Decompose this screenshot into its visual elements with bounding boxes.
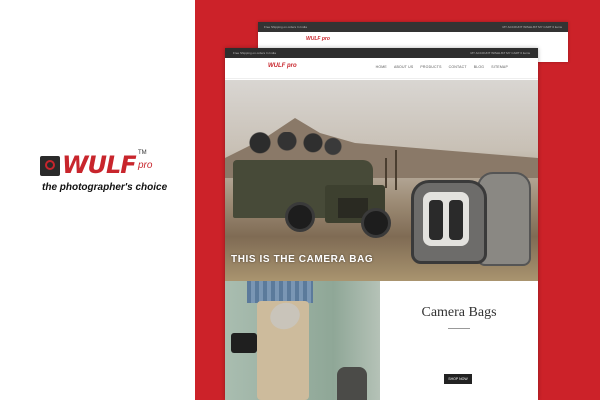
lens-graphic — [449, 200, 463, 240]
back-window-logo[interactable]: WULF pro — [306, 36, 330, 42]
nav-item-products[interactable]: PRODUCTS — [420, 65, 441, 69]
brand-wordmark: WULF — [62, 151, 137, 179]
nav-item-about-us[interactable]: ABOUT US — [394, 65, 413, 69]
photographer-icon — [40, 156, 60, 176]
site-navigation: WULF pro HOME ABOUT US PRODUCTS CONTACT … — [225, 58, 538, 79]
shirt-graphic — [247, 281, 313, 303]
promo-text-panel: Camera Bags SHOP NOW — [380, 281, 538, 400]
nav-item-contact[interactable]: CONTACT — [449, 65, 467, 69]
hero-banner[interactable]: THIS IS THE CAMERA BAG — [225, 80, 538, 281]
site-logo[interactable]: WULF pro — [268, 63, 297, 69]
back-topbar: Free Shipping on orders In India MY ACCO… — [258, 22, 568, 32]
promo-title: Camera Bags — [421, 305, 497, 320]
brand-suffix: pro — [138, 160, 153, 171]
back-topbar-account-links[interactable]: MY ACCOUNT WISHLIST MY CART 0 items — [502, 22, 562, 32]
jeep-wheel-graphic — [361, 208, 391, 238]
brand-tagline: the photographer's choice — [42, 182, 168, 193]
front-browser-window: Free Shipping on orders In India MY ACCO… — [225, 48, 538, 400]
back-topbar-shipping: Free Shipping on orders In India — [264, 25, 307, 29]
camera-bag-graphic — [337, 367, 367, 400]
camera-graphic — [231, 333, 257, 353]
shop-now-button[interactable]: SHOP NOW — [444, 374, 472, 384]
lens-graphic — [429, 200, 443, 240]
tree-graphic — [385, 158, 387, 188]
nav-item-home[interactable]: HOME — [376, 65, 387, 69]
nav-item-sitemap[interactable]: SITEMAP — [491, 65, 508, 69]
front-topbar-account-links[interactable]: MY ACCOUNT WISHLIST MY CART 0 items — [470, 48, 530, 58]
tree-graphic — [395, 150, 397, 190]
promo-divider — [448, 328, 470, 329]
front-topbar: Free Shipping on orders In India MY ACCO… — [225, 48, 538, 58]
promo-photo — [225, 281, 380, 400]
nav-item-blog[interactable]: BLOG — [474, 65, 485, 69]
brand-logo: WULF TM pro the photographer's choice — [40, 150, 167, 200]
trademark-symbol: TM — [138, 150, 147, 156]
nav-menu: HOME ABOUT US PRODUCTS CONTACT BLOG SITE… — [376, 65, 508, 69]
front-topbar-shipping: Free Shipping on orders In India — [233, 51, 276, 55]
hero-caption: THIS IS THE CAMERA BAG — [231, 254, 374, 265]
jeep-wheel-graphic — [285, 202, 315, 232]
